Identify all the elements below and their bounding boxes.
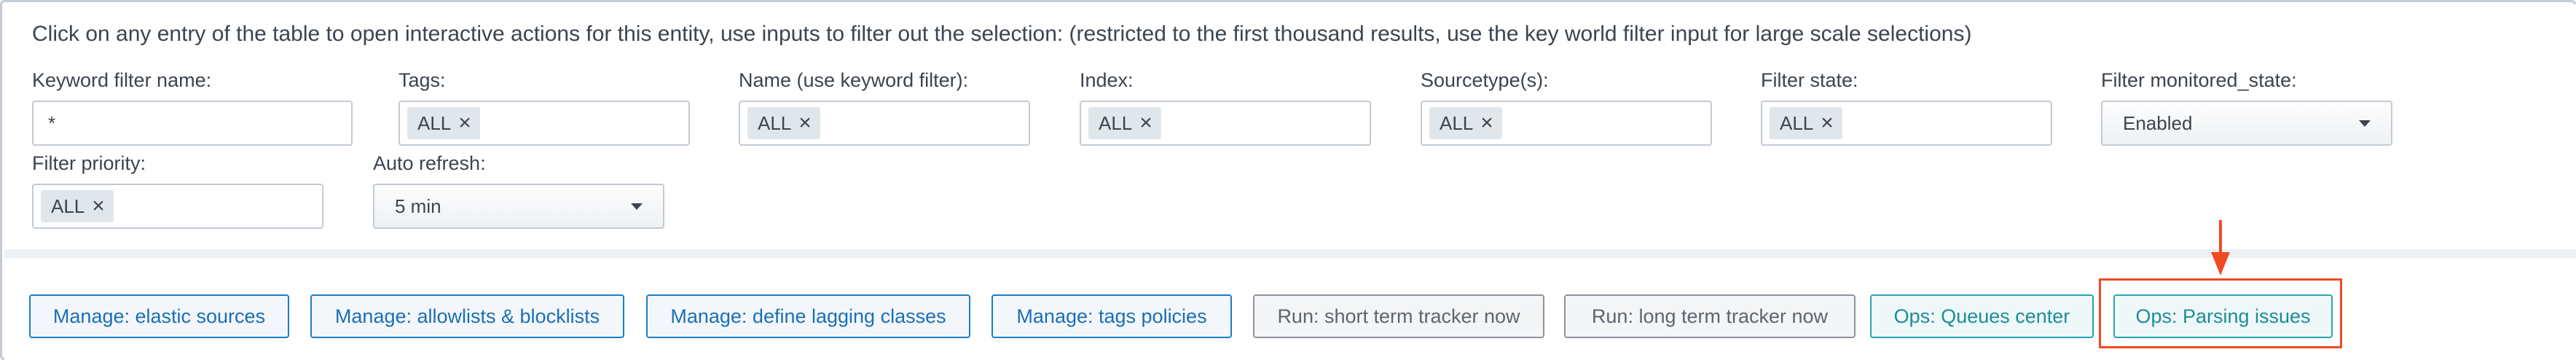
priority-token-label: ALL xyxy=(51,195,85,217)
manage-elastic-sources-button[interactable]: Manage: elastic sources xyxy=(29,294,289,338)
run-long-term-tracker-button[interactable]: Run: long term tracker now xyxy=(1564,294,1856,338)
tags-multiselect[interactable]: ALL × xyxy=(398,101,690,146)
auto-refresh-value: 5 min xyxy=(395,195,441,217)
sourcetype-token-label: ALL xyxy=(1440,111,1474,134)
index-multiselect[interactable]: ALL × xyxy=(1080,101,1371,146)
manage-tags-policies-button[interactable]: Manage: tags policies xyxy=(991,294,1232,338)
auto-refresh-dropdown[interactable]: 5 min xyxy=(373,184,664,229)
name-token: ALL × xyxy=(747,107,820,139)
ops-queues-center-button[interactable]: Ops: Queues center xyxy=(1870,294,2094,338)
name-filter: Name (use keyword filter): ALL × xyxy=(739,69,1030,146)
tags-filter: Tags: ALL × xyxy=(398,69,690,146)
state-filter-label: Filter state: xyxy=(1761,69,1858,91)
manage-lagging-classes-button[interactable]: Manage: define lagging classes xyxy=(646,294,970,338)
close-icon[interactable]: × xyxy=(92,195,105,217)
manage-allowlists-blocklists-button[interactable]: Manage: allowlists & blocklists xyxy=(310,294,624,338)
tags-token: ALL × xyxy=(407,107,480,139)
state-token: ALL × xyxy=(1770,107,1842,139)
monitored-state-filter-label: Filter monitored_state: xyxy=(2101,69,2297,91)
priority-multiselect[interactable]: ALL × xyxy=(32,184,323,229)
state-multiselect[interactable]: ALL × xyxy=(1761,101,2052,146)
sourcetype-filter: Sourcetype(s): ALL × xyxy=(1421,69,1712,146)
keyword-filter-label: Keyword filter name: xyxy=(32,69,212,91)
tags-token-label: ALL xyxy=(417,111,452,134)
sourcetype-multiselect[interactable]: ALL × xyxy=(1421,101,1712,146)
priority-filter-label: Filter priority: xyxy=(32,152,146,174)
run-short-term-tracker-button[interactable]: Run: short term tracker now xyxy=(1253,294,1544,338)
caret-down-icon xyxy=(631,203,643,210)
close-icon[interactable]: × xyxy=(458,112,471,134)
keyword-filter: Keyword filter name: xyxy=(32,69,353,146)
close-icon[interactable]: × xyxy=(1821,112,1834,134)
index-token-label: ALL xyxy=(1099,111,1133,134)
name-token-label: ALL xyxy=(758,111,792,134)
highlight-box xyxy=(2099,278,2342,348)
instruction-text: Click on any entry of the table to open … xyxy=(32,22,1972,46)
index-token: ALL × xyxy=(1088,107,1161,139)
caret-down-icon xyxy=(2359,120,2371,127)
auto-refresh-label: Auto refresh: xyxy=(373,152,486,174)
keyword-filter-input[interactable] xyxy=(32,101,353,146)
tags-filter-label: Tags: xyxy=(398,69,446,91)
auto-refresh-filter: Auto refresh: 5 min xyxy=(373,152,664,229)
arrow-down-icon xyxy=(2211,220,2230,275)
index-filter: Index: ALL × xyxy=(1080,69,1371,146)
priority-token: ALL × xyxy=(41,190,114,222)
state-filter: Filter state: ALL × xyxy=(1761,69,2052,146)
close-icon[interactable]: × xyxy=(1139,112,1152,134)
index-filter-label: Index: xyxy=(1080,69,1134,91)
filter-panel: Click on any entry of the table to open … xyxy=(4,4,2576,249)
monitored-state-dropdown[interactable]: Enabled xyxy=(2101,101,2392,146)
name-filter-label: Name (use keyword filter): xyxy=(739,69,969,91)
state-token-label: ALL xyxy=(1780,111,1814,134)
close-icon[interactable]: × xyxy=(1480,112,1493,134)
sourcetype-token: ALL × xyxy=(1429,107,1502,139)
name-multiselect[interactable]: ALL × xyxy=(739,101,1030,146)
panel-divider xyxy=(4,249,2576,258)
close-icon[interactable]: × xyxy=(798,112,812,134)
monitored-state-value: Enabled xyxy=(2123,111,2193,134)
sourcetype-filter-label: Sourcetype(s): xyxy=(1421,69,1549,91)
priority-filter: Filter priority: ALL × xyxy=(32,152,323,229)
monitored-state-filter: Filter monitored_state: Enabled xyxy=(2101,69,2392,146)
